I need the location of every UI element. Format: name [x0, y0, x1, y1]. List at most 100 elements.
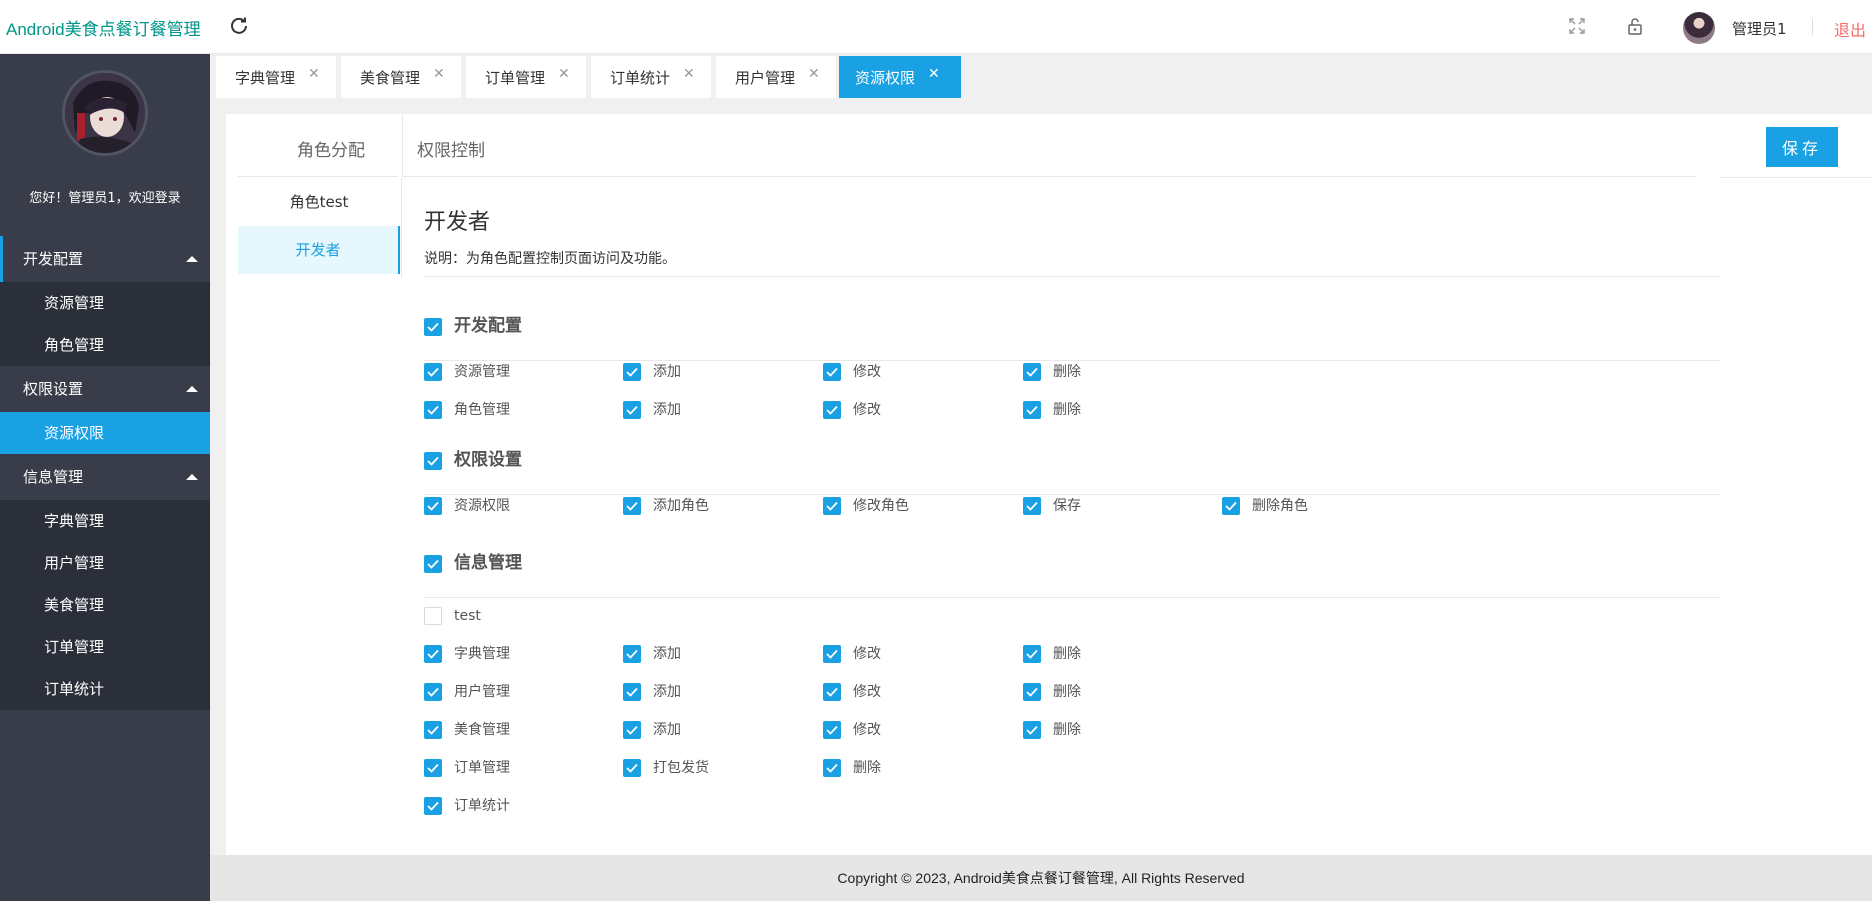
fullscreen-icon[interactable] [1568, 17, 1586, 35]
checkbox-label: 修改 [853, 722, 881, 738]
close-icon[interactable]: ✕ [433, 66, 445, 82]
checkbox-label: 信息管理 [454, 553, 522, 573]
checkbox-checked-icon [1222, 497, 1240, 515]
close-icon[interactable]: ✕ [683, 66, 695, 82]
checkbox-checked-icon [424, 401, 442, 419]
submenu-auth-settings: 资源权限 [0, 412, 210, 454]
checkbox-checked-icon [823, 645, 841, 663]
checkbox-label: 资源管理 [454, 364, 510, 380]
checkbox-checked-icon [623, 497, 641, 515]
checkbox-label: 添加 [653, 722, 681, 738]
menu-item-food-manage[interactable]: 美食管理 [0, 584, 210, 626]
checkbox-label: 保存 [1053, 498, 1081, 514]
role-item-test[interactable]: 角色test [238, 178, 400, 226]
checkbox-label: test [454, 608, 481, 624]
checkbox-checked-icon [623, 683, 641, 701]
menu-item-resource-manage[interactable]: 资源管理 [0, 282, 210, 324]
menu-item-dict-manage[interactable]: 字典管理 [0, 500, 210, 542]
close-icon[interactable]: ✕ [928, 66, 940, 82]
divider [424, 276, 1720, 277]
tab-resource-permission[interactable]: 资源权限 ✕ [839, 56, 961, 98]
checkbox-checked-icon [1023, 401, 1041, 419]
checkbox-checked-icon [1023, 645, 1041, 663]
menu-item-order-stats[interactable]: 订单统计 [0, 668, 210, 710]
checkbox-label: 删除 [1053, 646, 1081, 662]
top-header: Android美食点餐订餐管理 管理员1 退出 [0, 0, 1872, 54]
sidebar-avatar [62, 70, 148, 156]
menu-item-resource-permission[interactable]: 资源权限 [0, 412, 210, 454]
menu-item-role-manage[interactable]: 角色管理 [0, 324, 210, 366]
menu-item-user-manage[interactable]: 用户管理 [0, 542, 210, 584]
checkbox-checked-icon [823, 363, 841, 381]
role-alloc-title: 角色分配 [297, 141, 365, 161]
checkbox-label: 修改 [853, 364, 881, 380]
divider [424, 494, 1720, 495]
checkbox-label: 删除角色 [1252, 498, 1308, 514]
tab-label: 字典管理 [235, 69, 296, 87]
checkbox-label: 删除 [853, 760, 881, 776]
role-title: 开发者 [424, 210, 491, 235]
lock-icon[interactable] [1626, 16, 1644, 36]
checkbox-checked-icon [623, 401, 641, 419]
checkbox-label: 美食管理 [454, 722, 510, 738]
save-button[interactable]: 保存 [1766, 127, 1838, 167]
menu-group-auth-settings[interactable]: 权限设置 [0, 366, 210, 412]
checkbox-checked-icon [1023, 363, 1041, 381]
checkbox-checked-icon [823, 721, 841, 739]
checkbox-label: 开发配置 [454, 316, 522, 336]
app-title: Android美食点餐订餐管理 [6, 20, 201, 39]
checkbox-checked-icon [424, 797, 442, 815]
sidebar: 您好！管理员1，欢迎登录 开发配置 资源管理 角色管理 权限设置 资源权限 信息… [0, 54, 210, 901]
checkbox-checked-icon [424, 759, 442, 777]
side-menu: 开发配置 资源管理 角色管理 权限设置 资源权限 信息管理 字典管理 用户管理 … [0, 236, 210, 710]
checkbox-label: 添加 [653, 684, 681, 700]
checkbox-checked-icon [823, 497, 841, 515]
checkbox-label: 修改 [853, 402, 881, 418]
checkbox-checked-icon [823, 759, 841, 777]
menu-group-dev-config[interactable]: 开发配置 [0, 236, 210, 282]
tab-user-manage[interactable]: 用户管理 ✕ [716, 56, 836, 98]
close-icon[interactable]: ✕ [558, 66, 570, 82]
role-list: 角色test 开发者 [238, 178, 400, 274]
checkbox-label: 添加 [653, 364, 681, 380]
checkbox-checked-icon [424, 645, 442, 663]
tab-order-stats[interactable]: 订单统计 ✕ [591, 56, 711, 98]
tab-food-manage[interactable]: 美食管理 ✕ [341, 56, 461, 98]
role-item-developer[interactable]: 开发者 [238, 226, 400, 274]
refresh-icon[interactable] [228, 15, 250, 37]
checkbox-label: 资源权限 [454, 498, 510, 514]
checkbox-checked-icon [623, 759, 641, 777]
checkbox-label: 权限设置 [454, 450, 522, 470]
checkbox-label: 修改 [853, 684, 881, 700]
checkbox-checked-icon [623, 645, 641, 663]
checkbox-label: 添加 [653, 402, 681, 418]
close-icon[interactable]: ✕ [808, 66, 820, 82]
tab-label: 订单管理 [485, 69, 546, 87]
logout-link[interactable]: 退出 [1834, 17, 1866, 41]
avatar[interactable] [1683, 12, 1715, 44]
tab-dict-manage[interactable]: 字典管理 ✕ [216, 56, 336, 98]
checkbox-label: 添加角色 [653, 498, 709, 514]
caret-up-icon [186, 256, 198, 262]
menu-item-order-manage[interactable]: 订单管理 [0, 626, 210, 668]
close-icon[interactable]: ✕ [308, 66, 320, 82]
checkbox-checked-icon [424, 555, 442, 573]
menu-group-label: 信息管理 [23, 468, 84, 486]
user-name[interactable]: 管理员1 [1732, 18, 1787, 39]
menu-group-info-manage[interactable]: 信息管理 [0, 454, 210, 500]
divider [1720, 177, 1872, 178]
checkbox-checked-icon [1023, 497, 1041, 515]
tab-order-manage[interactable]: 订单管理 ✕ [466, 56, 586, 98]
permission-panel: 角色分配 权限控制 保存 角色test 开发者 开发者 说明：为角色配置控制页面… [226, 114, 1872, 855]
tab-label: 用户管理 [735, 69, 796, 87]
footer-copyright: Copyright © 2023, Android美食点餐订餐管理, All R… [210, 855, 1872, 901]
checkbox-checked-icon [623, 721, 641, 739]
welcome-text: 您好！管理员1，欢迎登录 [29, 191, 181, 206]
perm-ctrl-header: 权限控制 [402, 114, 1696, 177]
tab-bar: 字典管理 ✕ 美食管理 ✕ 订单管理 ✕ 订单统计 ✕ 用户管理 ✕ 资源权限 … [210, 54, 1872, 98]
checkbox-unchecked-icon [424, 607, 442, 625]
checkbox-checked-icon [823, 683, 841, 701]
checkbox-label: 字典管理 [454, 646, 510, 662]
checkbox-label: 订单统计 [454, 798, 510, 814]
checkbox-label: 订单管理 [454, 760, 510, 776]
